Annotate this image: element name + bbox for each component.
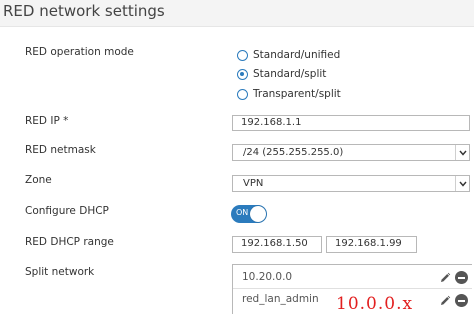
radio-standard-unified[interactable]: Standard/unified [237, 47, 340, 63]
split-network-label: Split network [25, 266, 95, 278]
radio-transparent-split[interactable]: Transparent/split [237, 86, 341, 102]
list-item: red_lan_admin [242, 293, 319, 305]
red-ip-input[interactable]: 192.168.1.1 [232, 115, 470, 131]
dhcp-range-end-input[interactable]: 192.168.1.99 [326, 236, 417, 253]
red-netmask-value: /24 (255.255.255.0) [243, 147, 344, 158]
red-ip-value: 192.168.1.1 [241, 117, 302, 128]
handwritten-annotation: 10.0.0.x [336, 294, 414, 314]
remove-circle-icon[interactable] [455, 271, 468, 284]
zone-value: VPN [243, 178, 264, 189]
operation-mode-label: RED operation mode [25, 46, 134, 58]
dhcp-range-end-value: 192.168.1.99 [335, 238, 402, 249]
dhcp-range-start-value: 192.168.1.50 [241, 238, 308, 249]
configure-dhcp-toggle[interactable]: ON [231, 205, 267, 223]
red-ip-label: RED IP * [25, 115, 69, 127]
page-header: RED network settings [0, 0, 474, 27]
radio-standard-split[interactable]: Standard/split [237, 66, 326, 82]
chevron-down-icon[interactable] [455, 145, 469, 160]
zone-label: Zone [25, 174, 52, 186]
chevron-down-icon[interactable] [455, 176, 469, 191]
zone-select[interactable]: VPN [232, 175, 470, 192]
pencil-icon[interactable] [438, 294, 451, 307]
remove-circle-icon[interactable] [455, 294, 468, 307]
page-title: RED network settings [3, 2, 165, 20]
list-item: 10.20.0.0 [242, 271, 293, 283]
toggle-knob [250, 206, 266, 222]
radio-button[interactable] [237, 88, 248, 100]
radio-label: Standard/split [253, 68, 327, 80]
dhcp-range-label: RED DHCP range [25, 236, 114, 248]
radio-label: Transparent/split [253, 88, 341, 100]
list-divider [233, 288, 472, 289]
red-netmask-select[interactable]: /24 (255.255.255.0) [232, 144, 470, 161]
red-netmask-label: RED netmask [25, 144, 96, 156]
radio-button[interactable] [237, 49, 248, 61]
toggle-on-text: ON [236, 208, 249, 217]
pencil-icon[interactable] [438, 271, 451, 284]
radio-label: Standard/unified [253, 49, 341, 61]
configure-dhcp-label: Configure DHCP [25, 205, 109, 217]
radio-button-selected[interactable] [237, 68, 248, 80]
dhcp-range-start-input[interactable]: 192.168.1.50 [232, 236, 322, 253]
